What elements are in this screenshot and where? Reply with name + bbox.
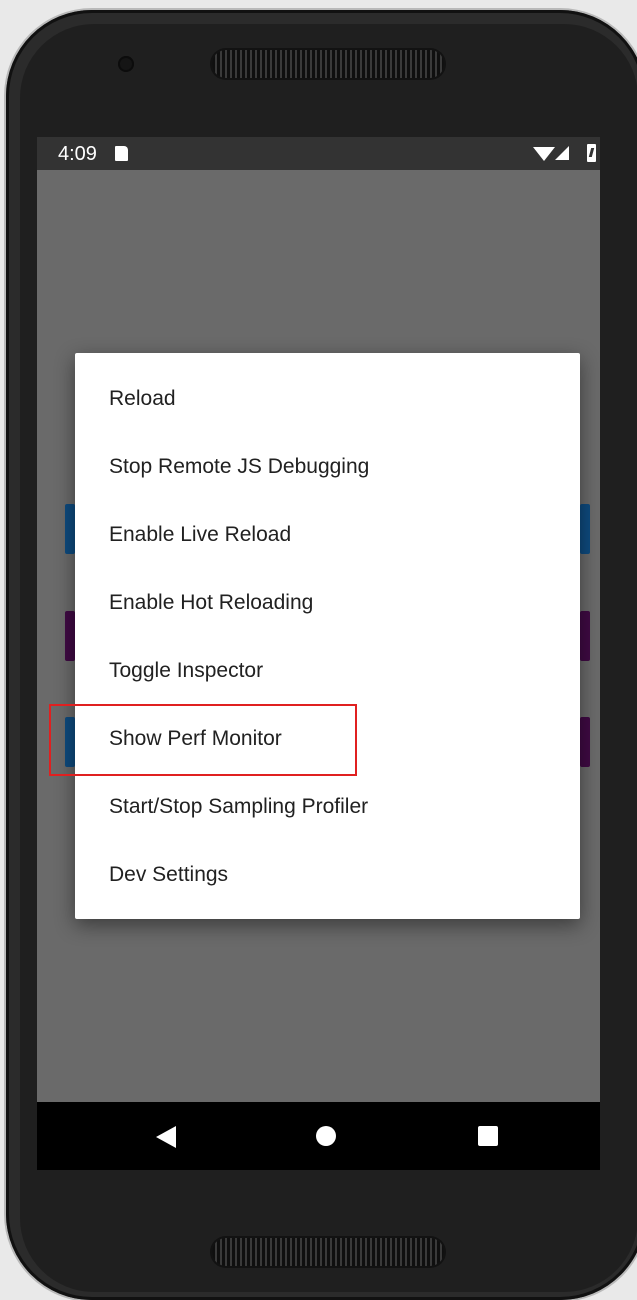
menu-item-show-perf-monitor[interactable]: Show Perf Monitor <box>75 705 580 773</box>
earpiece-speaker <box>212 50 444 78</box>
sd-card-icon <box>115 146 128 161</box>
dev-menu-dialog: Reload Stop Remote JS Debugging Enable L… <box>75 353 580 919</box>
background-button-right-1 <box>580 504 590 554</box>
wifi-icon <box>533 147 555 161</box>
menu-item-stop-remote-js-debugging[interactable]: Stop Remote JS Debugging <box>75 433 580 501</box>
menu-item-reload[interactable]: Reload <box>75 365 580 433</box>
background-button-right-3 <box>580 717 590 767</box>
back-icon[interactable] <box>156 1126 176 1148</box>
device-screen: 4:09 Reload Stop Remote JS Debugging Ena… <box>37 137 600 1170</box>
background-button-left-2 <box>65 611 75 661</box>
menu-item-sampling-profiler[interactable]: Start/Stop Sampling Profiler <box>75 773 580 841</box>
battery-charging-icon <box>587 144 596 162</box>
home-icon[interactable] <box>316 1126 336 1146</box>
background-button-left-1 <box>65 504 75 554</box>
status-bar: 4:09 <box>37 137 600 170</box>
navigation-bar <box>37 1102 600 1170</box>
front-camera <box>118 56 134 72</box>
menu-item-toggle-inspector[interactable]: Toggle Inspector <box>75 637 580 705</box>
background-button-right-2 <box>580 611 590 661</box>
bottom-speaker <box>212 1238 444 1266</box>
menu-item-enable-live-reload[interactable]: Enable Live Reload <box>75 501 580 569</box>
menu-item-enable-hot-reloading[interactable]: Enable Hot Reloading <box>75 569 580 637</box>
background-button-left-3 <box>65 717 75 767</box>
menu-item-dev-settings[interactable]: Dev Settings <box>75 841 580 909</box>
recents-icon[interactable] <box>478 1126 498 1146</box>
signal-icon <box>555 146 569 160</box>
status-time: 4:09 <box>58 143 97 165</box>
